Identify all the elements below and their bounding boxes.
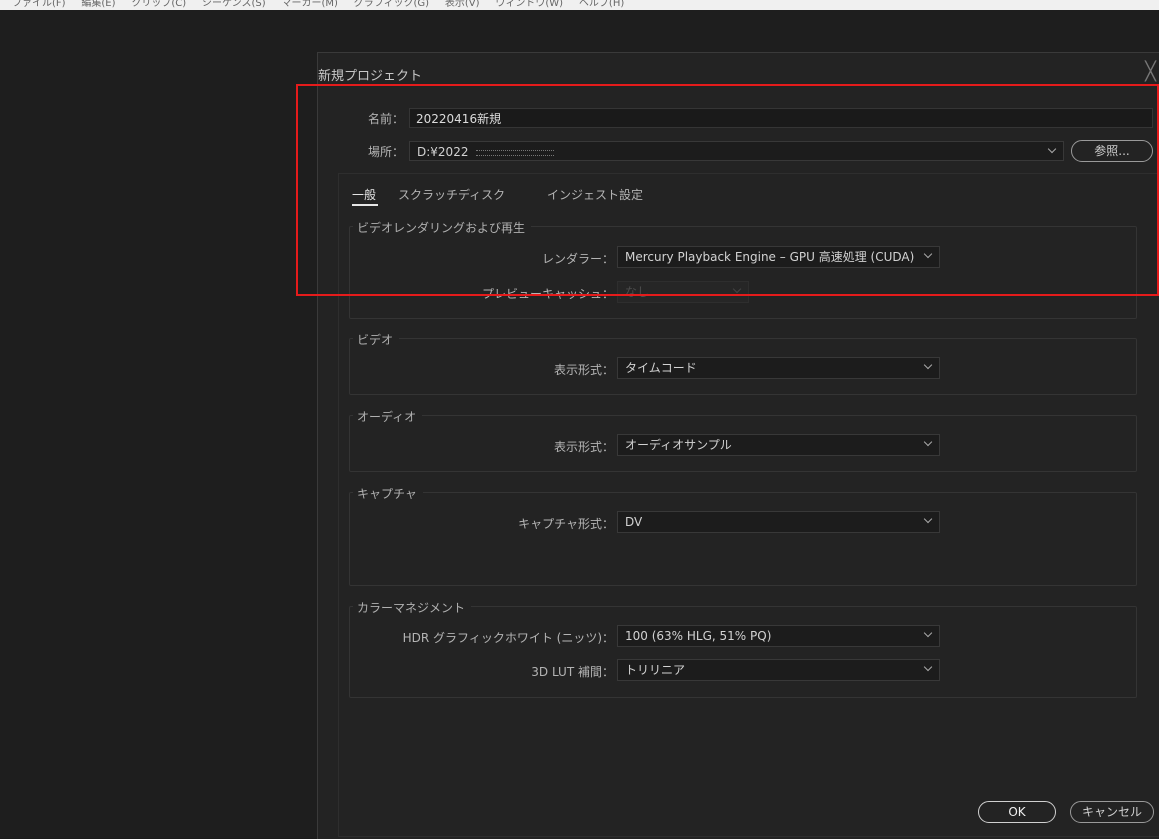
menu-marker[interactable]: マーカー(M): [281, 0, 337, 9]
chevron-down-icon: [923, 249, 933, 259]
chevron-down-icon: [923, 514, 933, 524]
renderer-select[interactable]: Mercury Playback Engine – GPU 高速処理 (CUDA…: [617, 246, 940, 268]
menu-help[interactable]: ヘルプ(H): [579, 0, 624, 9]
dialog-title: 新規プロジェクト: [318, 69, 423, 84]
capture-format-label: キャプチャ形式：: [518, 517, 614, 531]
cancel-button[interactable]: キャンセル: [1070, 801, 1154, 823]
chevron-down-icon: [923, 437, 933, 447]
hdr-white-label: HDR グラフィックホワイト (ニッツ)：: [402, 631, 614, 645]
audio-title: オーディオ: [353, 408, 423, 425]
capture-title: キャプチャ: [353, 485, 423, 502]
preview-cache-label: プレビューキャッシュ：: [481, 287, 614, 301]
capture-group: [349, 492, 1137, 586]
video-display-format-value: タイムコード: [625, 361, 697, 375]
location-value: D:¥2022: [417, 145, 469, 159]
video-display-format-label: 表示形式：: [553, 363, 614, 377]
browse-button[interactable]: 参照...: [1071, 140, 1153, 162]
name-input[interactable]: 20220416新規: [409, 108, 1153, 128]
lut-interpolation-label: 3D LUT 補間：: [531, 665, 614, 679]
dialog-titlebar: 新規プロジェクト ╳: [318, 53, 1159, 91]
location-scribble: [476, 149, 555, 156]
menu-view[interactable]: 表示(V): [445, 0, 480, 9]
audio-display-format-label: 表示形式：: [553, 440, 614, 454]
renderer-label: レンダラー：: [541, 252, 614, 266]
audio-display-format-select[interactable]: オーディオサンプル: [617, 434, 940, 456]
menu-clip[interactable]: クリップ(C): [131, 0, 186, 9]
lut-interpolation-select[interactable]: トリリニア: [617, 659, 940, 681]
video-display-format-select[interactable]: タイムコード: [617, 357, 940, 379]
audio-display-format-value: オーディオサンプル: [625, 438, 732, 452]
video-title: ビデオ: [353, 331, 400, 348]
close-icon[interactable]: ╳: [1145, 61, 1156, 82]
menu-sequence[interactable]: シーケンス(S): [202, 0, 266, 9]
hdr-white-select[interactable]: 100 (63% HLG, 51% PQ): [617, 625, 940, 647]
menu-window[interactable]: ウィンドウ(W): [495, 0, 563, 9]
new-project-dialog: 新規プロジェクト ╳ 名前： 20220416新規 場所： D:¥2022 参照…: [317, 52, 1159, 839]
preview-cache-value: なし: [625, 285, 650, 299]
location-select[interactable]: D:¥2022: [409, 141, 1064, 161]
location-label: 場所：: [367, 145, 404, 159]
preview-cache-select: なし: [617, 281, 749, 303]
chevron-down-icon: [1047, 144, 1057, 154]
menu-edit[interactable]: 編集(E): [81, 0, 115, 9]
video-render-group: [349, 226, 1137, 319]
color-management-group: [349, 606, 1137, 698]
color-management-title: カラーマネジメント: [353, 599, 472, 616]
ok-button[interactable]: OK: [978, 801, 1056, 823]
capture-format-select[interactable]: DV: [617, 511, 940, 533]
renderer-value: Mercury Playback Engine – GPU 高速処理 (CUDA…: [625, 250, 915, 264]
name-label: 名前：: [367, 112, 404, 126]
lut-interpolation-value: トリリニア: [625, 663, 686, 677]
chevron-down-icon: [923, 628, 933, 638]
menu-bar: ファイル(F) 編集(E) クリップ(C) シーケンス(S) マーカー(M) グ…: [0, 0, 1159, 10]
menu-file[interactable]: ファイル(F): [12, 0, 66, 9]
hdr-white-value: 100 (63% HLG, 51% PQ): [625, 629, 772, 643]
video-render-title: ビデオレンダリングおよび再生: [353, 219, 532, 236]
chevron-down-icon: [732, 284, 742, 294]
chevron-down-icon: [923, 662, 933, 672]
chevron-down-icon: [923, 360, 933, 370]
menu-graphics[interactable]: グラフィック(G): [354, 0, 429, 9]
capture-format-value: DV: [625, 515, 643, 529]
